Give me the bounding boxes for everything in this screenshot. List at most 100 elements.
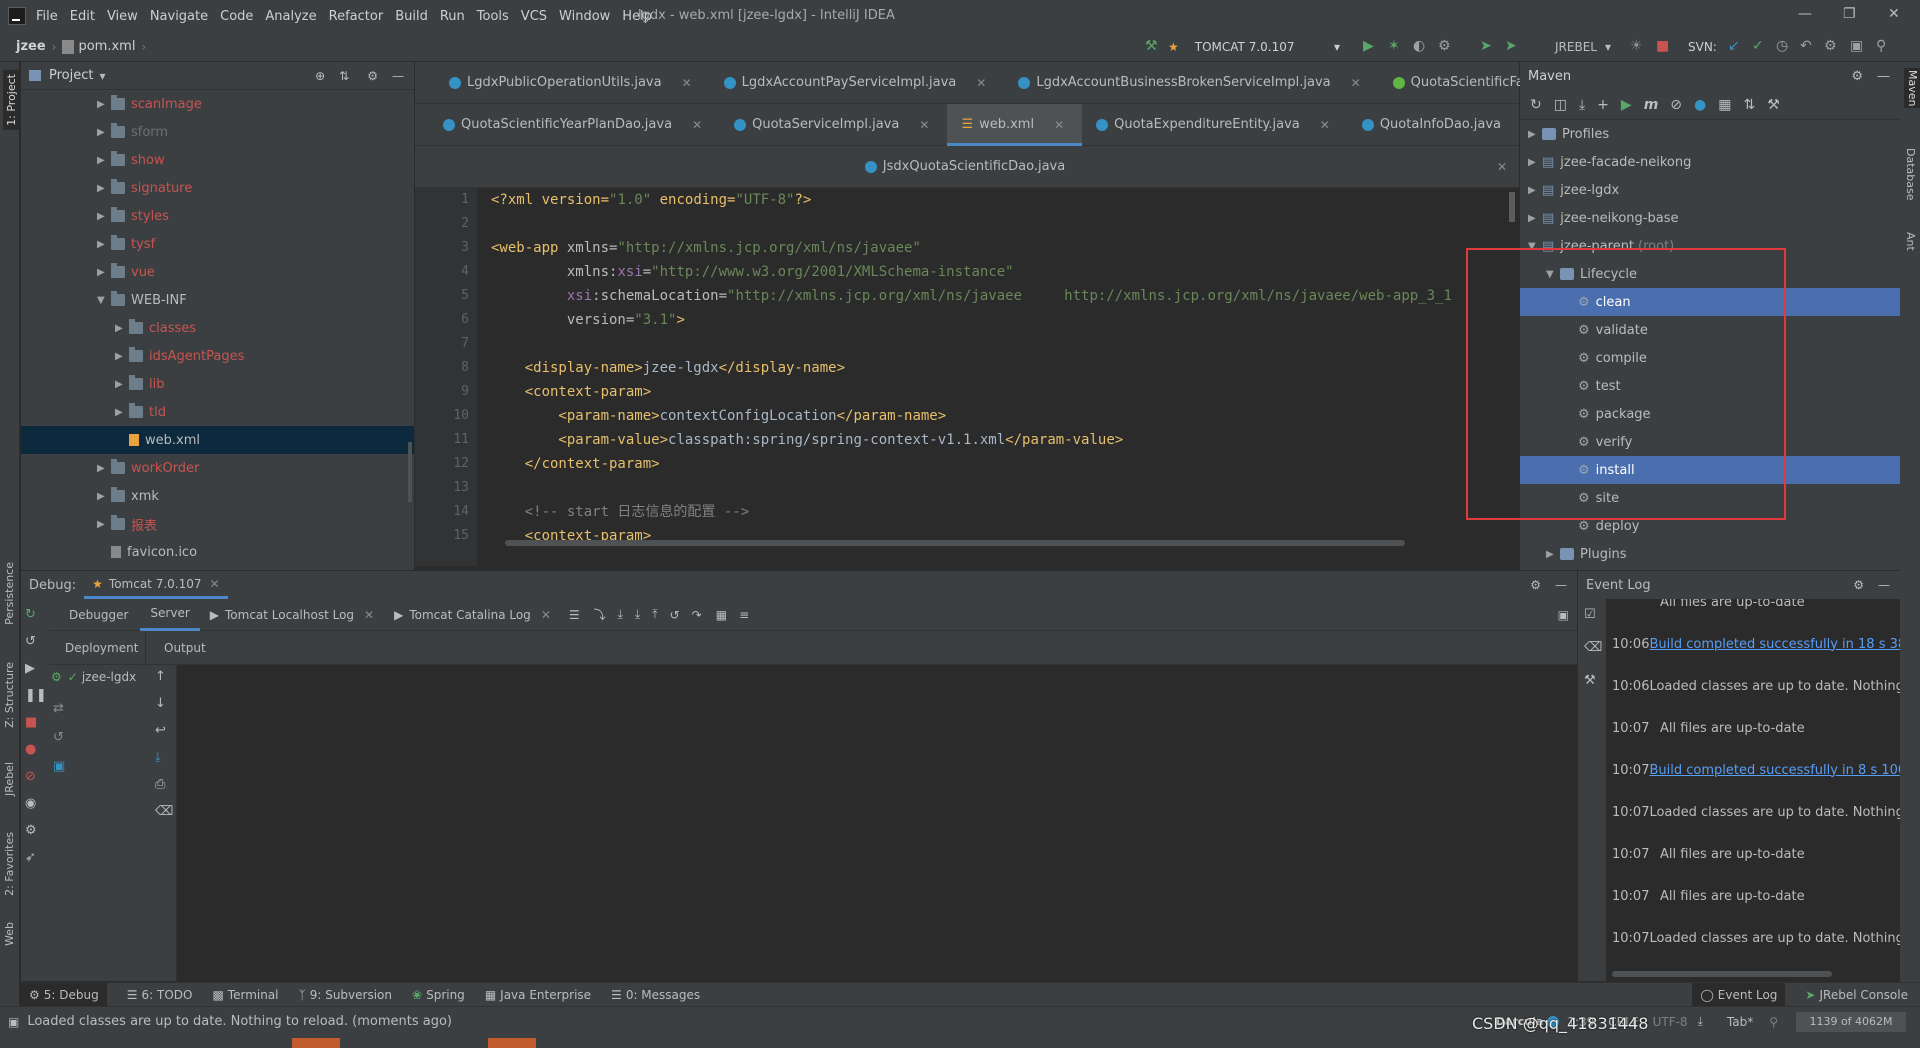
close-tab-icon[interactable]: ✕	[1351, 76, 1361, 90]
tool-tab-subversion[interactable]: ᛉ 9: Subversion	[299, 988, 393, 1002]
tool-window-maven[interactable]: Maven	[1904, 68, 1920, 109]
file-encoding[interactable]: UTF-8	[1653, 1015, 1688, 1029]
tab-tomcat-catalina-log[interactable]: ▶ Tomcat Catalina Log ✕	[384, 599, 561, 631]
tool-window-web[interactable]: Web	[3, 922, 16, 946]
breadcrumb-project[interactable]: jzee	[16, 39, 46, 54]
close-tab-icon[interactable]: ✕	[1497, 160, 1507, 174]
tree-folder-item[interactable]: ▶ xmk	[21, 482, 414, 510]
tree-file-item[interactable]: web.xml	[21, 426, 414, 454]
reload-icon[interactable]: ↻	[1530, 97, 1542, 113]
editor-scrollbar[interactable]	[1509, 192, 1515, 222]
rerun-icon[interactable]: ↻	[25, 607, 45, 622]
trash-icon[interactable]: ⌫	[1584, 640, 1602, 655]
run-maven-icon[interactable]: ▶	[1621, 97, 1632, 113]
undeploy-icon[interactable]: ↺	[53, 730, 65, 745]
settings-icon[interactable]: ⚙	[25, 823, 45, 838]
gear-icon[interactable]: ⚙	[1853, 578, 1864, 592]
chevron-right-icon[interactable]: ▶	[115, 351, 129, 362]
close-tab-icon[interactable]: ✕	[976, 76, 986, 90]
editor-tab[interactable]: QuotaInfoDao.java✕	[1348, 104, 1549, 146]
editor-tab[interactable]: QuotaServiceImpl.java ✕	[720, 104, 947, 146]
tree-folder-item[interactable]: ▶ sform	[21, 118, 414, 146]
jrebel-run-icon[interactable]: ➤	[1480, 38, 1492, 54]
menu-view[interactable]: View	[107, 9, 138, 24]
tool-window-ant[interactable]: Ant	[1904, 232, 1917, 251]
tree-folder-item[interactable]: ▶ workOrder	[21, 454, 414, 482]
gear-icon[interactable]: ⚙	[367, 69, 378, 83]
menu-run[interactable]: Run	[440, 9, 465, 24]
tree-folder-item[interactable]: ▶ tld	[21, 398, 414, 426]
chevron-right-icon[interactable]: ▶	[97, 267, 111, 278]
chevron-down-icon[interactable]: ▾	[99, 69, 105, 83]
close-tab-icon[interactable]: ✕	[682, 76, 692, 90]
download-icon[interactable]: ⤓	[1579, 97, 1585, 113]
stop-icon[interactable]: ■	[25, 715, 45, 730]
svn-update-icon[interactable]: ↙	[1728, 38, 1740, 54]
server-output-console[interactable]	[178, 665, 1577, 981]
stop-icon[interactable]: ■	[1656, 38, 1669, 54]
profile-icon[interactable]: ⚙	[1438, 38, 1451, 54]
step-over-icon[interactable]: ⤵	[594, 606, 606, 623]
chevron-right-icon[interactable]: ▶	[97, 239, 111, 250]
tool-window-project[interactable]: 1: Project	[3, 70, 20, 130]
close-tab-icon[interactable]: ✕	[1320, 118, 1330, 132]
collapse-all-icon[interactable]: ⇅	[339, 69, 349, 83]
generate-sources-icon[interactable]: ◫	[1554, 97, 1567, 113]
chevron-right-icon[interactable]: ▶	[1528, 213, 1542, 224]
soft-wrap-icon[interactable]: ↩	[155, 723, 173, 738]
chevron-right-icon[interactable]: ▶	[1528, 185, 1542, 196]
editor-tab[interactable]: QuotaExpenditureEntity.java ✕	[1082, 104, 1348, 146]
chevron-right-icon[interactable]: ▶	[97, 127, 111, 138]
chevron-right-icon[interactable]: ▶	[97, 491, 111, 502]
chevron-right-icon[interactable]: ▶	[1546, 549, 1560, 560]
menu-build[interactable]: Build	[395, 9, 428, 24]
arrow-down-icon[interactable]: ↓	[155, 696, 173, 711]
tree-folder-item[interactable]: ▶ show	[21, 146, 414, 174]
scroll-to-end-icon[interactable]: ⤓	[155, 750, 173, 765]
jrebel-update-icon[interactable]: ☀	[1630, 38, 1643, 54]
close-window-icon[interactable]: ✕	[1888, 6, 1900, 22]
menu-tools[interactable]: Tools	[477, 9, 509, 24]
editor-horizontal-scrollbar[interactable]	[505, 540, 1405, 546]
view-breakpoints-icon[interactable]: ●	[25, 742, 45, 757]
maven-tree-item[interactable]: ▶ Plugins	[1520, 540, 1900, 568]
gear-icon[interactable]: ⚙	[1851, 69, 1863, 84]
collapse-all-icon[interactable]: ⇅	[1743, 97, 1755, 113]
tool-tab-messages[interactable]: ☰ 0: Messages	[611, 988, 700, 1002]
breadcrumb-file[interactable]: pom.xml	[78, 39, 135, 54]
gear-icon[interactable]: ⚙	[1530, 578, 1541, 592]
tree-folder-item[interactable]: ▶ lib	[21, 370, 414, 398]
run-icon[interactable]: ▶	[1363, 38, 1374, 54]
taskbar-item[interactable]	[292, 1038, 340, 1048]
tool-window-database[interactable]: Database	[1904, 148, 1917, 201]
history-icon[interactable]: ◷	[1776, 38, 1788, 54]
editor-tab[interactable]: JsdxQuotaScientificDao.java	[851, 146, 1083, 188]
close-tab-icon[interactable]: ✕	[1054, 118, 1064, 132]
tool-tab-event-log[interactable]: ◯ Event Log	[1692, 982, 1786, 1007]
chevron-right-icon[interactable]: ▶	[97, 519, 111, 530]
mute-breakpoints-icon[interactable]: ⊘	[25, 769, 45, 784]
event-link[interactable]: Build completed successfully in 18 s 386…	[1649, 637, 1900, 652]
event-link[interactable]: Build completed successfully in 8 s 100 …	[1649, 763, 1900, 778]
tab-tomcat-localhost-log[interactable]: ▶ Tomcat Localhost Log ✕	[200, 599, 384, 631]
tool-tab-java-enterprise[interactable]: ▦ Java Enterprise	[485, 988, 591, 1002]
close-tab-icon[interactable]: ✕	[541, 608, 551, 622]
close-tab-icon[interactable]: ✕	[919, 118, 929, 132]
trace-icon[interactable]: ≡	[739, 608, 749, 622]
tree-folder-item[interactable]: ▶ idsAgentPages	[21, 342, 414, 370]
indent-setting[interactable]: Tab*	[1727, 1015, 1753, 1029]
tree-folder-item[interactable]: ▶ classes	[21, 314, 414, 342]
download-icon[interactable]: ⤓	[1698, 1014, 1703, 1029]
update-resources-icon[interactable]: ▣	[53, 759, 65, 774]
drop-frame-icon[interactable]: ↺	[670, 608, 680, 622]
editor-tab[interactable]: LgdxAccountPayServiceImpl.java ✕	[710, 62, 1005, 104]
menu-vcs[interactable]: VCS	[521, 9, 547, 24]
tree-scrollbar[interactable]	[408, 442, 412, 502]
tree-folder-item[interactable]: ▶ tysf	[21, 230, 414, 258]
resume-icon[interactable]: ▶	[25, 661, 45, 676]
tool-window-favorites[interactable]: 2: Favorites	[3, 832, 16, 896]
tab-debugger[interactable]: Debugger	[57, 599, 140, 631]
tool-window-jrebel[interactable]: JRebel	[3, 762, 16, 796]
maven-tree-item[interactable]: ▶ ▤ jzee-lgdx	[1520, 176, 1900, 204]
hide-panel-icon[interactable]: —	[392, 69, 404, 83]
